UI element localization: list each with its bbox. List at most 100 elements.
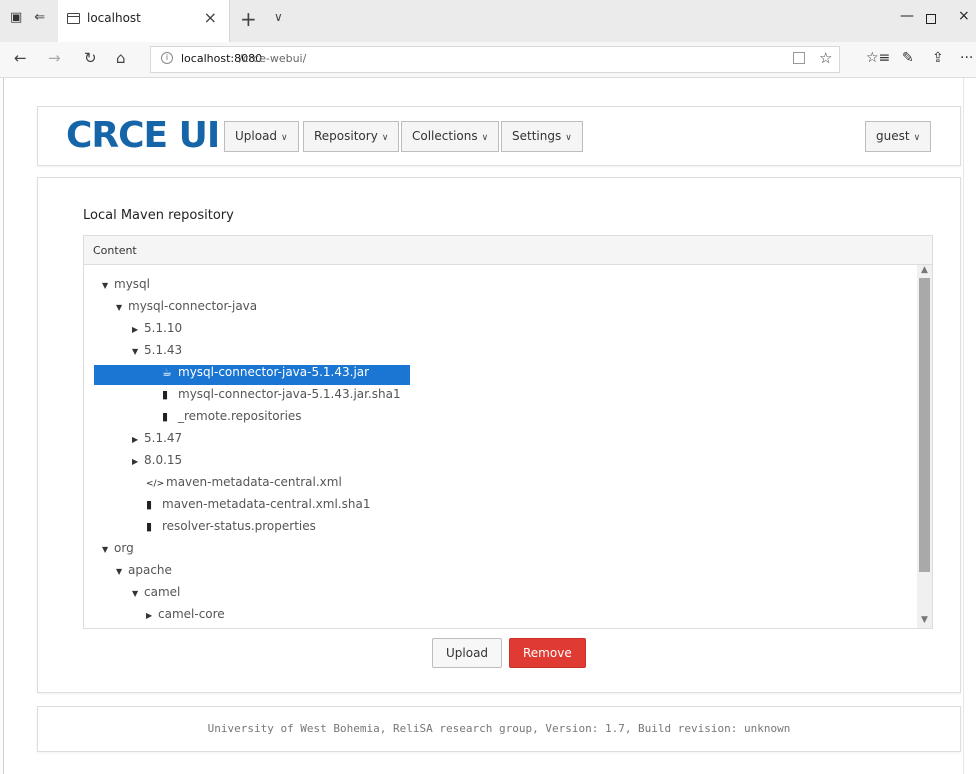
menu-upload[interactable]: Upload ∨ xyxy=(224,121,299,152)
back-button[interactable]: ← xyxy=(14,49,27,67)
tree-node-label: 5.1.47 xyxy=(144,431,183,445)
refresh-button[interactable]: ↻ xyxy=(84,49,97,67)
scroll-down-icon[interactable]: ▼ xyxy=(917,615,932,628)
window-right-edge xyxy=(963,78,976,774)
favorite-star-icon[interactable]: ☆ xyxy=(819,49,832,67)
tab-close-icon[interactable]: × xyxy=(204,8,217,27)
tree-node-label: camel-core xyxy=(158,607,225,621)
tree-node-label: 5.1.43 xyxy=(144,343,183,357)
menu-upload-label: Upload xyxy=(235,129,278,143)
remove-button[interactable]: Remove xyxy=(509,638,586,668)
tree-node[interactable]: ▼ mysql xyxy=(84,277,150,297)
address-bar[interactable]: i localhost:8080 /crce-webui/ ☆ xyxy=(150,46,840,73)
tree-node[interactable]: ▼ apache xyxy=(84,563,172,583)
new-tab-button[interactable]: + xyxy=(240,7,257,31)
tree-node[interactable]: ▮ _remote.repositories xyxy=(84,409,302,429)
browser-tab-bar: ▣ ⇐ localhost × + ∨ — × xyxy=(0,0,976,42)
tree-node[interactable]: ▶ 5.1.47 xyxy=(84,431,182,451)
tab-actions[interactable]: ▣ ⇐ xyxy=(10,10,57,25)
app-header: CRCE UI Upload ∨ Repository ∨ Collections ∨… xyxy=(37,106,961,166)
address-path: /crce-webui/ xyxy=(239,52,307,65)
forward-button[interactable]: → xyxy=(48,49,61,67)
tree-node-label: resolver-status.properties xyxy=(162,519,316,533)
tree-node-label: _remote.repositories xyxy=(178,409,302,423)
footer: University of West Bohemia, ReliSA resea… xyxy=(37,706,961,752)
tree-node[interactable]: ▼ 5.1.43 xyxy=(84,343,182,363)
content-panel: Local Maven repository Content ▼ mysql ▼ m… xyxy=(37,177,961,693)
page-icon xyxy=(67,13,80,24)
app-logo[interactable]: CRCE UI xyxy=(66,115,220,156)
expand-toggle-icon[interactable]: ▼ xyxy=(132,347,144,356)
close-window-button[interactable]: × xyxy=(958,8,970,24)
tree-node[interactable]: ▶ 8.0.15 xyxy=(84,453,182,473)
chevron-down-icon: ∨ xyxy=(381,133,389,143)
jar-file-icon: ☕ xyxy=(162,366,172,379)
tree-node[interactable]: ▮ mysql-connector-java-5.1.43.jar.sha1 xyxy=(84,387,401,407)
repository-tree: Content ▼ mysql ▼ mysql-connector-java ▶ 5.… xyxy=(83,235,933,629)
file-icon: ▮ xyxy=(162,388,169,401)
file-icon: ▮ xyxy=(162,410,169,423)
tree-node-label: mysql-connector-java-5.1.43.jar xyxy=(178,365,370,379)
chevron-down-icon: ∨ xyxy=(481,133,489,143)
minimize-button[interactable]: — xyxy=(900,8,914,24)
tree-node-label: mysql xyxy=(114,277,150,291)
menu-settings-label: Settings xyxy=(512,129,562,143)
favorites-icon[interactable]: ☆≡ xyxy=(866,50,890,66)
expand-toggle-icon[interactable]: ▶ xyxy=(146,611,158,620)
expand-toggle-icon[interactable]: ▶ xyxy=(132,325,144,334)
tree-node-label: camel xyxy=(144,585,181,599)
tabs-aside-icon[interactable]: ▣ xyxy=(10,10,22,25)
menu-settings[interactable]: Settings ∨ xyxy=(501,121,583,152)
expand-toggle-icon[interactable]: ▼ xyxy=(102,281,114,290)
home-button[interactable]: ⌂ xyxy=(116,49,126,67)
maximize-button[interactable] xyxy=(926,14,936,24)
user-menu[interactable]: guest ∨ xyxy=(865,121,932,152)
tab-list-chevron-icon[interactable]: ∨ xyxy=(274,10,283,24)
tree-node[interactable]: ▼ camel xyxy=(84,585,180,605)
browser-tab[interactable]: localhost × xyxy=(58,0,230,42)
expand-toggle-icon[interactable]: ▼ xyxy=(116,303,128,312)
tree-node[interactable]: ▮ resolver-status.properties xyxy=(84,519,316,539)
tree-node[interactable]: ▶ camel-core xyxy=(84,607,225,627)
expand-toggle-icon[interactable]: ▶ xyxy=(132,457,144,466)
tree-node-label: maven-metadata-central.xml.sha1 xyxy=(162,497,371,511)
browser-nav-bar: ← → ↻ ⌂ i localhost:8080 /crce-webui/ ☆ … xyxy=(0,42,976,78)
scrollbar-thumb[interactable] xyxy=(919,278,930,572)
share-icon[interactable]: ⇪ xyxy=(932,50,944,66)
tree-header: Content xyxy=(84,236,932,265)
tree-node[interactable]: ▶ 5.1.10 xyxy=(84,321,182,341)
set-aside-icon[interactable]: ⇐ xyxy=(34,10,45,25)
tab-title: localhost xyxy=(87,11,141,25)
tree-node-selected[interactable]: ☕ mysql-connector-java-5.1.43.jar xyxy=(94,365,410,385)
chevron-down-icon: ∨ xyxy=(281,133,288,143)
file-icon: ▮ xyxy=(146,498,153,511)
xml-file-icon: </> xyxy=(146,479,165,489)
tree-node-label: maven-metadata-central.xml xyxy=(166,475,342,489)
menu-collections[interactable]: Collections ∨ xyxy=(401,121,500,152)
upload-button[interactable]: Upload xyxy=(432,638,503,668)
site-info-icon[interactable]: i xyxy=(161,52,173,64)
footer-text: University of West Bohemia, ReliSA resea… xyxy=(207,722,791,735)
expand-toggle-icon[interactable]: ▶ xyxy=(132,435,144,444)
tree-scroll-area[interactable]: ▼ mysql ▼ mysql-connector-java ▶ 5.1.10 ▼ 5.… xyxy=(84,265,932,628)
expand-toggle-icon[interactable]: ▼ xyxy=(116,567,128,576)
pen-icon[interactable]: ✎ xyxy=(902,50,914,66)
menu-collections-label: Collections xyxy=(412,129,478,143)
tree-node[interactable]: ▼ org xyxy=(84,541,134,561)
menu-repository[interactable]: Repository ∨ xyxy=(303,121,400,152)
tree-node[interactable]: </> maven-metadata-central.xml xyxy=(84,475,342,495)
file-icon: ▮ xyxy=(146,520,153,533)
chevron-down-icon: ∨ xyxy=(913,133,921,143)
tree-node[interactable]: ▼ mysql-connector-java xyxy=(84,299,257,319)
tree-node[interactable]: ▮ maven-metadata-central.xml.sha1 xyxy=(84,497,370,517)
reading-view-icon[interactable] xyxy=(793,52,805,64)
scroll-up-icon[interactable]: ▲ xyxy=(917,265,932,278)
tree-scrollbar[interactable]: ▲ ▼ xyxy=(917,265,932,628)
tree-node-label: org xyxy=(114,541,134,555)
expand-toggle-icon[interactable]: ▼ xyxy=(102,545,114,554)
window-left-edge xyxy=(0,78,4,774)
more-icon[interactable]: ··· xyxy=(960,50,973,66)
expand-toggle-icon[interactable]: ▼ xyxy=(132,589,144,598)
tree-node-label: mysql-connector-java xyxy=(128,299,258,313)
tree-node-label: mysql-connector-java-5.1.43.jar.sha1 xyxy=(178,387,401,401)
